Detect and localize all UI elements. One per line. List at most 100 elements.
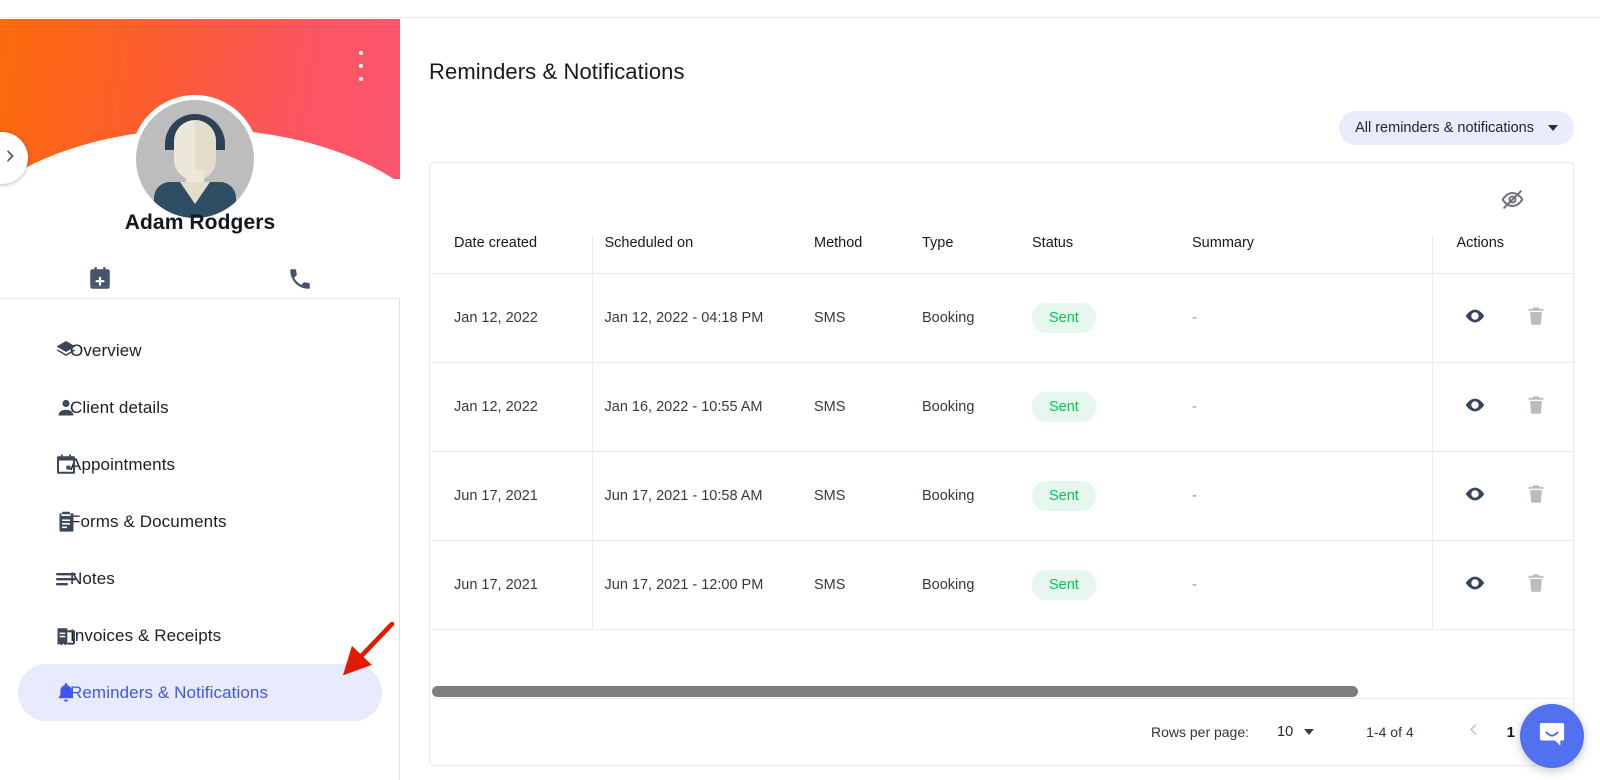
intercom-chat-button[interactable] <box>1520 704 1584 768</box>
pagination-range: 1-4 of 4 <box>1366 724 1414 740</box>
table-pagination: Rows per page: 10 1-4 of 4 1 <box>430 698 1573 765</box>
previous-page-button[interactable] <box>1466 722 1481 742</box>
delete-button[interactable] <box>1525 572 1547 598</box>
eye-off-icon <box>1500 190 1525 216</box>
table-row[interactable]: Jun 17, 2021 Jun 17, 2021 - 10:58 AM SMS… <box>430 451 1573 541</box>
cell-date-created: Jan 12, 2022 <box>430 362 592 452</box>
call-client-button[interactable] <box>200 259 400 298</box>
cell-method: SMS <box>814 540 922 630</box>
status-badge: Sent <box>1032 303 1096 333</box>
trash-icon <box>1525 305 1547 331</box>
column-header-actions: Actions <box>1431 235 1573 274</box>
sidebar-item-forms-documents[interactable]: Forms & Documents <box>18 493 382 550</box>
sidebar-item-label: Invoices & Receipts <box>70 625 222 645</box>
eye-icon <box>1463 482 1487 510</box>
chevron-left-icon <box>1466 724 1481 741</box>
table-header-row: Date created Scheduled on Method Type St… <box>430 235 1573 274</box>
new-appointment-button[interactable] <box>0 259 200 298</box>
cell-actions <box>1431 451 1573 541</box>
person-icon <box>54 396 78 420</box>
summary-value: - <box>1192 577 1197 593</box>
filter-label: All reminders & notifications <box>1355 120 1534 136</box>
reminders-table: Date created Scheduled on Method Type St… <box>430 235 1573 630</box>
cell-scheduled-on: Jan 16, 2022 - 10:55 AM <box>591 362 814 452</box>
cell-actions <box>1431 273 1573 363</box>
table-toolbar <box>430 163 1573 235</box>
chevron-down-icon[interactable] <box>1304 729 1315 735</box>
summary-value: - <box>1192 310 1197 326</box>
cell-actions <box>1431 540 1573 630</box>
eye-icon <box>1463 304 1487 332</box>
cell-scheduled-on: Jun 17, 2021 - 10:58 AM <box>591 451 814 541</box>
cell-status: Sent <box>1032 362 1192 452</box>
phone-icon <box>287 266 313 297</box>
cell-method: SMS <box>814 451 922 541</box>
eye-icon <box>1463 393 1487 421</box>
cell-status: Sent <box>1032 273 1192 363</box>
trash-icon <box>1525 572 1547 598</box>
cell-summary: - <box>1192 540 1432 630</box>
column-header-status[interactable]: Status <box>1032 235 1192 274</box>
profile-quick-actions <box>0 259 400 298</box>
cell-summary: - <box>1192 273 1432 363</box>
sidebar-item-notes[interactable]: Notes <box>18 550 382 607</box>
column-header-date-created[interactable]: Date created <box>430 235 592 274</box>
clipboard-icon <box>54 510 78 534</box>
table-row[interactable]: Jan 12, 2022 Jan 16, 2022 - 10:55 AM SMS… <box>430 362 1573 452</box>
kebab-menu-icon[interactable] <box>350 51 372 81</box>
column-header-summary[interactable]: Summary <box>1192 235 1432 274</box>
status-badge: Sent <box>1032 392 1096 422</box>
intercom-chat-icon <box>1536 718 1568 755</box>
view-button[interactable] <box>1463 393 1487 421</box>
sidebar-item-appointments[interactable]: Appointments <box>18 436 382 493</box>
cell-status: Sent <box>1032 451 1192 541</box>
sidebar-item-label: Client details <box>70 397 169 417</box>
table-row[interactable]: Jun 17, 2021 Jun 17, 2021 - 12:00 PM SMS… <box>430 540 1573 630</box>
sidebar-item-invoices-receipts[interactable]: Invoices & Receipts <box>18 607 382 664</box>
cell-type: Booking <box>922 540 1032 630</box>
browser-top-strip <box>0 0 1600 18</box>
cell-date-created: Jun 17, 2021 <box>430 451 592 541</box>
cell-type: Booking <box>922 451 1032 541</box>
table-row[interactable]: Jan 12, 2022 Jan 12, 2022 - 04:18 PM SMS… <box>430 273 1573 363</box>
delete-button[interactable] <box>1525 483 1547 509</box>
chevron-right-icon <box>0 148 18 169</box>
chevron-down-icon <box>1548 125 1558 131</box>
app-root: Adam Rodgers Overview Client details App… <box>0 0 1600 780</box>
eye-icon <box>1463 571 1487 599</box>
scrollbar-thumb[interactable] <box>432 686 1358 697</box>
cell-scheduled-on: Jan 12, 2022 - 04:18 PM <box>591 273 814 363</box>
summary-value: - <box>1192 488 1197 504</box>
cell-type: Booking <box>922 362 1032 452</box>
sidebar-item-label: Reminders & Notifications <box>70 682 269 702</box>
layers-icon <box>54 339 78 363</box>
reminders-filter-dropdown[interactable]: All reminders & notifications <box>1339 111 1574 145</box>
cell-scheduled-on: Jun 17, 2021 - 12:00 PM <box>591 540 814 630</box>
column-header-method[interactable]: Method <box>814 235 922 274</box>
client-name: Adam Rodgers <box>124 211 276 234</box>
calendar-add-icon <box>87 266 113 297</box>
view-button[interactable] <box>1463 571 1487 599</box>
sidebar-item-client-details[interactable]: Client details <box>18 379 382 436</box>
rows-per-page-value[interactable]: 10 <box>1277 724 1293 740</box>
hide-columns-button[interactable] <box>1500 187 1525 217</box>
cell-date-created: Jan 12, 2022 <box>430 273 592 363</box>
column-header-scheduled-on[interactable]: Scheduled on <box>591 235 814 274</box>
main-content: Reminders & Notifications All reminders … <box>401 19 1600 780</box>
trash-icon <box>1525 483 1547 509</box>
view-button[interactable] <box>1463 482 1487 510</box>
view-button[interactable] <box>1463 304 1487 332</box>
column-header-type[interactable]: Type <box>922 235 1032 274</box>
delete-button[interactable] <box>1525 394 1547 420</box>
horizontal-scrollbar[interactable] <box>430 685 1573 698</box>
sidebar-item-label: Forms & Documents <box>70 511 227 531</box>
cell-actions <box>1431 362 1573 452</box>
delete-button[interactable] <box>1525 305 1547 331</box>
cell-type: Booking <box>922 273 1032 363</box>
sidebar-item-reminders-notifications[interactable]: Reminders & Notifications <box>18 664 382 721</box>
current-page-number[interactable]: 1 <box>1507 724 1515 741</box>
cell-summary: - <box>1192 451 1432 541</box>
receipt-icon <box>54 624 78 648</box>
rows-per-page-label: Rows per page: <box>1150 724 1250 740</box>
sidebar-item-overview[interactable]: Overview <box>18 322 382 379</box>
